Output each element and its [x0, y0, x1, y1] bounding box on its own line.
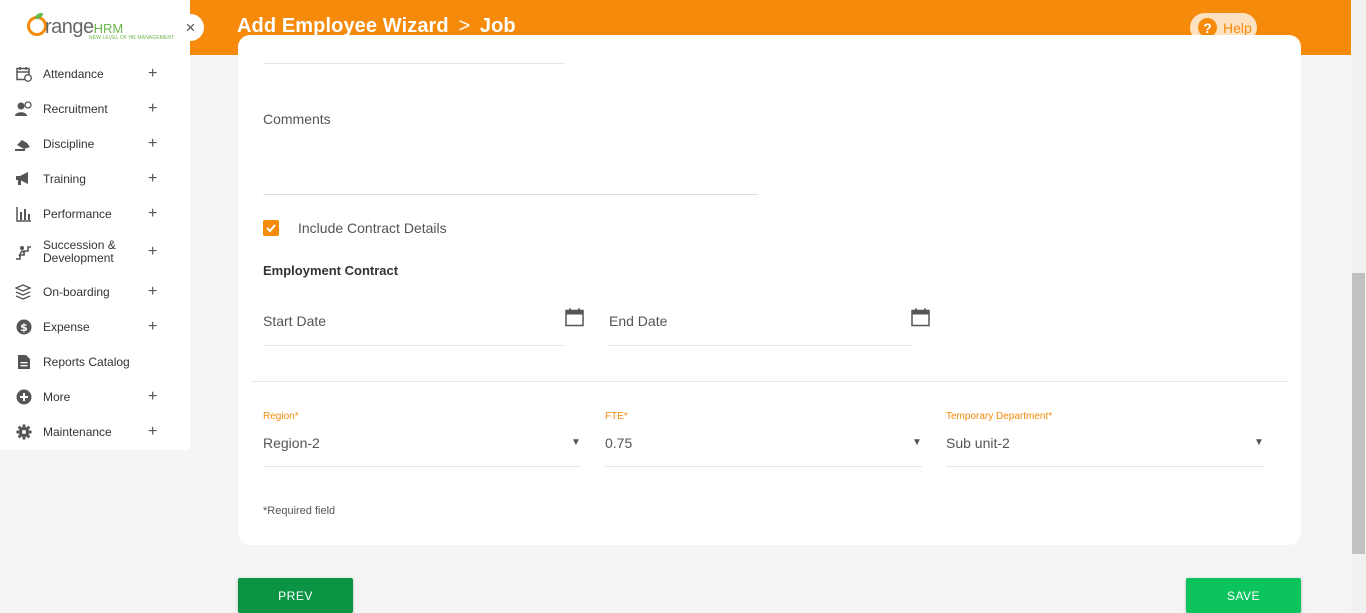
megaphone-icon: [15, 171, 32, 188]
expand-plus-icon[interactable]: +: [148, 65, 157, 83]
sidebar-item-reports-catalog[interactable]: Reports Catalog: [0, 347, 190, 377]
wizard-title: Add Employee Wizard: [237, 15, 449, 37]
temporary-department-select[interactable]: Sub unit-2: [946, 435, 1010, 451]
start-date-underline: [263, 345, 565, 346]
sidebar-item-label: On-boarding: [43, 284, 110, 299]
required-field-note: *Required field: [263, 505, 336, 517]
calendar-icon[interactable]: [911, 308, 930, 327]
bar-chart-icon: [15, 206, 32, 223]
expand-plus-icon[interactable]: +: [148, 170, 157, 188]
end-date-input[interactable]: End Date: [609, 313, 667, 329]
previous-field-underline: [263, 63, 565, 64]
include-contract-checkbox[interactable]: [263, 220, 279, 236]
breadcrumb-separator: >: [458, 15, 471, 37]
sidebar-item-label: Succession & Development: [43, 238, 116, 265]
sidebar-item-label: Recruitment: [43, 101, 108, 116]
sidebar-item-maintenance[interactable]: Maintenance +: [0, 417, 190, 447]
chevron-down-icon[interactable]: ▼: [1254, 437, 1264, 448]
chevron-down-icon[interactable]: ▼: [912, 437, 922, 448]
section-divider: [251, 381, 1288, 382]
gear-icon: [15, 424, 32, 441]
expand-plus-icon[interactable]: +: [148, 283, 157, 301]
region-underline: [263, 466, 581, 467]
fte-select[interactable]: 0.75: [605, 435, 632, 451]
sidebar-item-attendance[interactable]: Attendance +: [0, 59, 190, 89]
logo-tagline: NEW LEVEL OF HR MANAGEMENT: [89, 35, 175, 41]
sidebar-collapse-button[interactable]: ×: [177, 14, 204, 41]
page-scrollbar[interactable]: [1351, 0, 1366, 613]
document-icon: [15, 354, 32, 371]
sidebar-item-label: Training: [43, 171, 86, 186]
sidebar-item-label: Expense: [43, 319, 90, 334]
sidebar-item-label: Reports Catalog: [43, 354, 130, 369]
user-plus-icon: [15, 101, 32, 118]
fte-label: FTE*: [605, 411, 628, 422]
stairs-person-icon: [15, 244, 32, 261]
svg-text:$: $: [20, 321, 28, 334]
plus-circle-icon: [15, 389, 32, 406]
sidebar-item-performance[interactable]: Performance +: [0, 199, 190, 229]
sidebar-item-label: Maintenance: [43, 424, 112, 439]
job-form-card: [238, 35, 1301, 545]
expand-plus-icon[interactable]: +: [148, 388, 157, 406]
gavel-icon: [15, 136, 32, 153]
temporary-department-label: Temporary Department*: [946, 411, 1053, 422]
expand-plus-icon[interactable]: +: [148, 423, 157, 441]
calendar-clock-icon: [15, 66, 32, 83]
expand-plus-icon[interactable]: +: [148, 135, 157, 153]
sidebar-item-more[interactable]: More +: [0, 382, 190, 412]
orangehrm-logo[interactable]: rangeHRM NEW LEVEL OF HR MANAGEMENT: [27, 13, 174, 45]
comments-textarea[interactable]: [263, 194, 758, 195]
help-label: Help: [1223, 19, 1252, 36]
include-contract-label: Include Contract Details: [298, 220, 447, 236]
checkmark-icon: [266, 224, 276, 233]
scrollbar-thumb[interactable]: [1352, 273, 1365, 554]
sidebar-item-expense[interactable]: $ Expense +: [0, 312, 190, 342]
fte-underline: [605, 466, 922, 467]
logo-o-mark: [27, 16, 47, 36]
sidebar: rangeHRM NEW LEVEL OF HR MANAGEMENT Atte…: [0, 0, 190, 450]
temporary-department-underline: [946, 466, 1264, 467]
employment-contract-title: Employment Contract: [263, 263, 399, 278]
region-select[interactable]: Region-2: [263, 435, 320, 451]
sidebar-item-onboarding[interactable]: On-boarding +: [0, 277, 190, 307]
sidebar-item-label: Discipline: [43, 136, 95, 151]
sidebar-item-training[interactable]: Training +: [0, 164, 190, 194]
expand-plus-icon[interactable]: +: [148, 318, 157, 336]
expand-plus-icon[interactable]: +: [148, 100, 157, 118]
sidebar-item-discipline[interactable]: Discipline +: [0, 129, 190, 159]
wizard-step: Job: [479, 15, 516, 37]
sidebar-item-recruitment[interactable]: Recruitment +: [0, 94, 190, 124]
region-label: Region*: [263, 411, 299, 422]
expand-plus-icon[interactable]: +: [148, 205, 157, 223]
sidebar-item-label: Performance: [43, 206, 112, 221]
dollar-circle-icon: $: [15, 319, 32, 336]
sidebar-item-label: More: [43, 389, 71, 404]
layers-icon: [15, 284, 32, 301]
chevron-down-icon[interactable]: ▼: [571, 437, 581, 448]
comments-label: Comments: [263, 111, 331, 127]
expand-plus-icon[interactable]: +: [148, 243, 157, 261]
end-date-underline: [609, 345, 911, 346]
sidebar-item-label: Attendance: [43, 66, 104, 81]
sidebar-item-succession-development[interactable]: Succession & Development +: [0, 234, 190, 270]
prev-button[interactable]: PREV: [238, 578, 353, 613]
start-date-input[interactable]: Start Date: [263, 313, 326, 329]
save-button[interactable]: SAVE: [1186, 578, 1301, 613]
calendar-icon[interactable]: [565, 308, 584, 327]
